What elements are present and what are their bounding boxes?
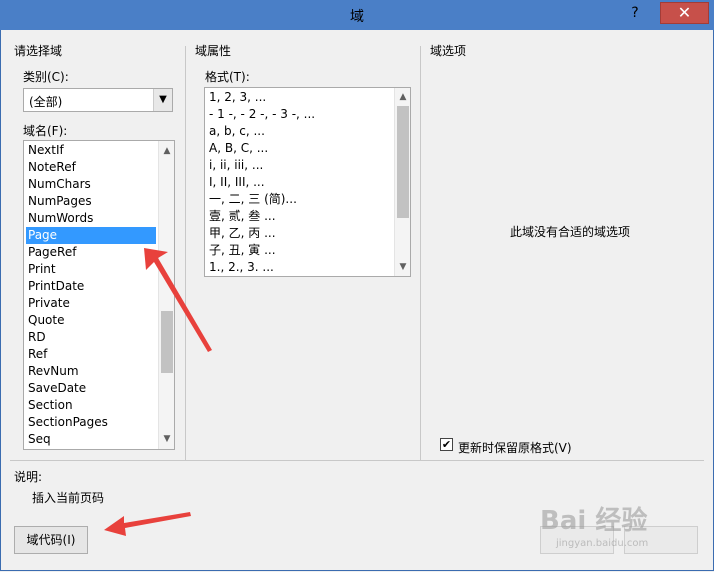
field-list-item[interactable]: RD: [26, 329, 156, 346]
field-list-item[interactable]: Section: [26, 397, 156, 414]
category-dropdown[interactable]: (全部) ▼: [23, 88, 173, 112]
field-list-item[interactable]: PrintDate: [26, 278, 156, 295]
column-divider: [420, 46, 421, 460]
scroll-thumb[interactable]: [397, 106, 409, 218]
format-list-item[interactable]: 壹, 贰, 叁 ...: [207, 208, 389, 225]
format-list[interactable]: ▲ ▼ 1, 2, 3, ... - 1 -, - 2 -, - 3 -, ...…: [204, 87, 411, 277]
field-list-item[interactable]: Print: [26, 261, 156, 278]
field-list-item[interactable]: NumPages: [26, 193, 156, 210]
field-list-item[interactable]: RevNum: [26, 363, 156, 380]
field-list-item[interactable]: NextIf: [26, 142, 156, 159]
field-list-item[interactable]: Page: [26, 227, 156, 244]
format-list-scrollbar[interactable]: ▲ ▼: [394, 88, 410, 276]
scroll-down-icon[interactable]: ▼: [159, 431, 174, 447]
field-list-item[interactable]: NumWords: [26, 210, 156, 227]
no-options-message: 此域没有合适的域选项: [510, 225, 631, 239]
scroll-up-icon[interactable]: ▲: [159, 143, 174, 159]
field-list-item[interactable]: Private: [26, 295, 156, 312]
field-list-item[interactable]: PageRef: [26, 244, 156, 261]
select-field-heading: 请选择域: [14, 44, 63, 58]
format-list-item[interactable]: I, II, III, ...: [207, 174, 389, 191]
preserve-format-checkbox[interactable]: ✔: [440, 438, 453, 451]
watermark: Bai 经验 jingyan.baidu.com: [540, 500, 710, 560]
scroll-up-icon[interactable]: ▲: [395, 89, 410, 105]
watermark-url: jingyan.baidu.com: [556, 538, 649, 549]
field-codes-button[interactable]: 域代码(I): [14, 526, 88, 554]
format-list-item[interactable]: 甲, 乙, 丙 ...: [207, 225, 389, 242]
field-list-item[interactable]: Ref: [26, 346, 156, 363]
scroll-thumb[interactable]: [161, 311, 173, 373]
field-list-item[interactable]: SaveDate: [26, 380, 156, 397]
format-list-item[interactable]: a, b, c, ...: [207, 123, 389, 140]
field-list-item[interactable]: Quote: [26, 312, 156, 329]
format-list-item[interactable]: i, ii, iii, ...: [207, 157, 389, 174]
watermark-main: Bai 经验: [540, 506, 648, 536]
category-value: (全部): [29, 95, 63, 109]
horizontal-divider: [10, 460, 704, 461]
close-button[interactable]: ✕: [660, 2, 709, 24]
field-options-heading: 域选项: [430, 44, 467, 58]
format-list-item[interactable]: - 1 -, - 2 -, - 3 -, ...: [207, 106, 389, 123]
column-divider: [185, 46, 186, 460]
field-names-list[interactable]: ▲ ▼ NextIf NoteRef NumChars NumPages NumWord…: [23, 140, 175, 450]
format-list-item[interactable]: 子, 丑, 寅 ...: [207, 242, 389, 259]
field-list-item[interactable]: NoteRef: [26, 159, 156, 176]
format-list-item[interactable]: 1, 2, 3, ...: [207, 89, 389, 106]
scroll-down-icon[interactable]: ▼: [395, 259, 410, 275]
format-list-item[interactable]: A, B, C, ...: [207, 140, 389, 157]
format-list-item[interactable]: 一, 二, 三 (简)...: [207, 191, 389, 208]
preserve-format-label: 更新时保留原格式(V): [458, 441, 572, 455]
field-list-item[interactable]: SectionPages: [26, 414, 156, 431]
category-label: 类别(C):: [23, 70, 69, 84]
format-label: 格式(T):: [205, 70, 250, 84]
chevron-down-icon[interactable]: ▼: [153, 89, 172, 111]
field-properties-heading: 域属性: [195, 44, 232, 58]
help-button[interactable]: ?: [624, 3, 646, 23]
field-list-item[interactable]: Seq: [26, 431, 156, 448]
field-list-scrollbar[interactable]: ▲ ▼: [158, 141, 174, 449]
description-text: 插入当前页码: [32, 491, 105, 505]
format-list-item[interactable]: 1., 2., 3. ...: [207, 259, 389, 276]
window-title: 域: [350, 9, 364, 25]
title-bar: 域 ? ✕: [0, 0, 714, 31]
field-names-label: 域名(F):: [23, 124, 68, 138]
description-label: 说明:: [14, 470, 43, 484]
field-list-item[interactable]: NumChars: [26, 176, 156, 193]
